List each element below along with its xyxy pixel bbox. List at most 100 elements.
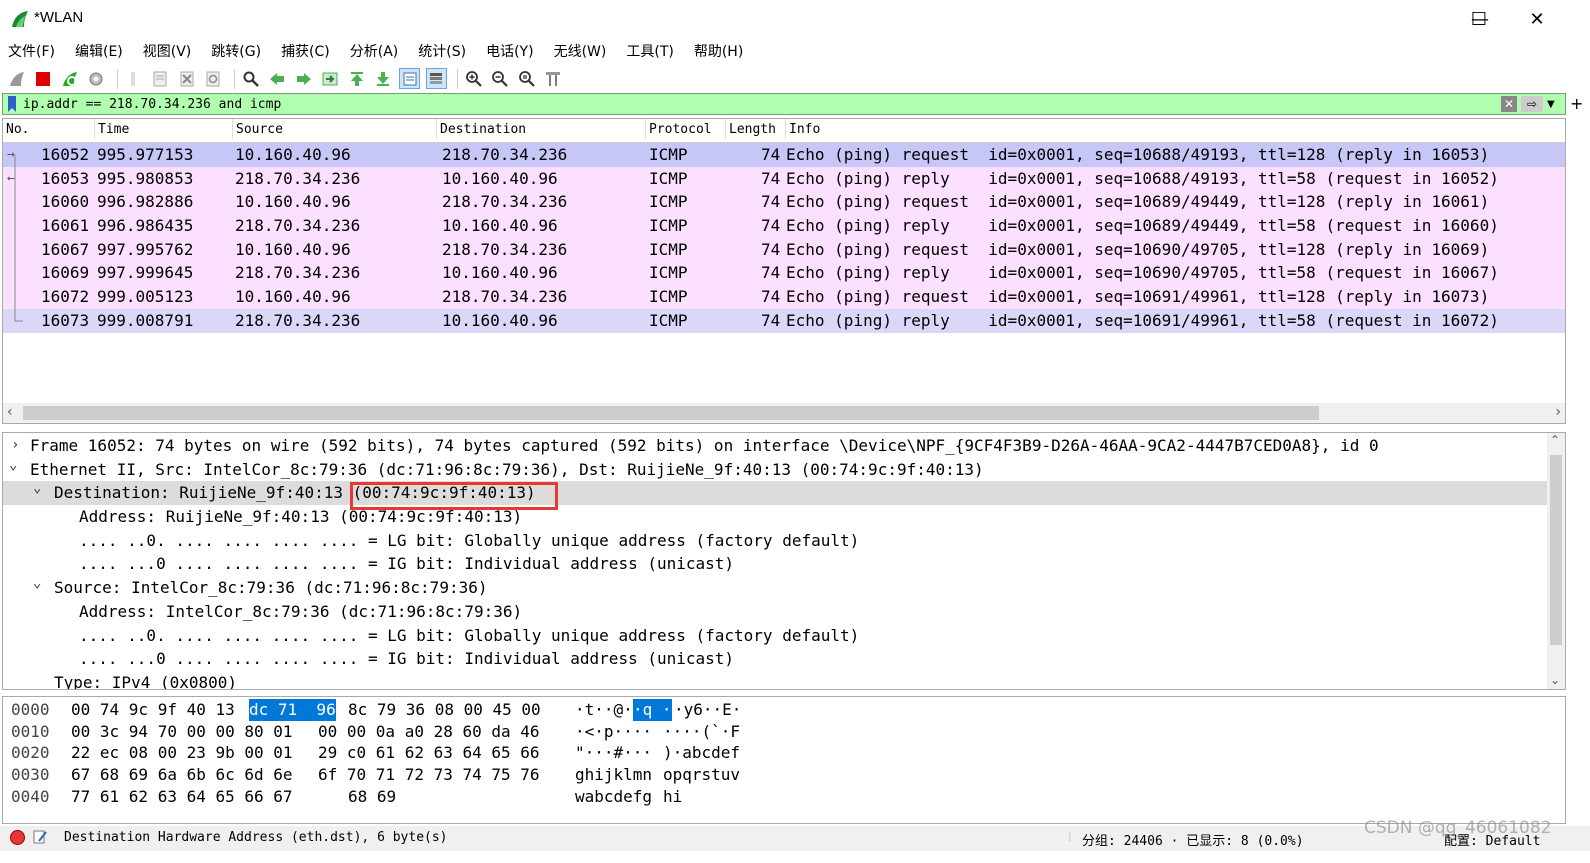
packet-row[interactable]: 16060 996.982886 10.160.40.96 218.70.34.… [3, 190, 1565, 215]
details-vertical-scrollbar[interactable]: ⌃ ⌄ [1547, 433, 1565, 689]
zoom-in-icon[interactable] [463, 68, 484, 89]
tree-item-address[interactable]: Address: IntelCor_8c:79:36 (dc:71:96:8c:… [3, 600, 1565, 624]
go-to-packet-icon[interactable] [320, 68, 341, 89]
packet-row[interactable]: 16069 997.999645 218.70.34.236 10.160.40… [3, 261, 1565, 286]
menu-go[interactable]: 跳转(G) [211, 41, 261, 61]
ascii-bytes[interactable]: ·<·p···· [575, 721, 652, 743]
close-file-icon[interactable] [176, 68, 197, 89]
packet-list-horizontal-scrollbar[interactable]: ‹ › [3, 403, 1565, 423]
ascii-bytes-selected[interactable]: ·q · [633, 699, 672, 721]
apply-filter-icon[interactable]: ⇨ [1521, 96, 1543, 112]
menu-telephony[interactable]: 电话(Y) [486, 41, 533, 61]
scroll-left-icon[interactable]: ‹ [7, 404, 13, 420]
collapse-caret-icon[interactable]: ⌄ [9, 454, 17, 478]
menu-view[interactable]: 视图(V) [143, 41, 192, 61]
find-packet-icon[interactable] [240, 68, 261, 89]
packet-row[interactable]: 16067 997.995762 10.160.40.96 218.70.34.… [3, 237, 1565, 262]
filter-history-dropdown-icon[interactable]: ▼ [1547, 99, 1561, 110]
bookmark-icon[interactable] [5, 95, 19, 113]
hex-bytes[interactable]: 68 69 [348, 786, 396, 808]
column-header-time[interactable]: Time [94, 119, 129, 139]
column-header-destination[interactable]: Destination [436, 119, 526, 139]
maximize-button[interactable]: ☐ [1451, 0, 1507, 38]
packet-row[interactable]: 16072 999.005123 10.160.40.96 218.70.34.… [3, 285, 1565, 309]
edit-comment-icon[interactable] [32, 829, 48, 845]
column-header-no[interactable]: No. [3, 119, 29, 139]
tree-item-frame[interactable]: › Frame 16052: 74 bytes on wire (592 bit… [3, 434, 1565, 458]
hex-bytes[interactable]: 00 00 0a a0 28 60 da 46 [318, 721, 540, 743]
open-file-icon[interactable] [123, 68, 144, 89]
last-packet-icon[interactable] [373, 68, 394, 89]
tree-item-lg-bit[interactable]: .... ..0. .... .... .... .... = LG bit: … [3, 624, 1565, 648]
ascii-bytes[interactable]: ·y6··E· [674, 699, 741, 721]
hex-bytes[interactable]: 00 74 9c 9f 40 13 [71, 699, 235, 721]
colorize-icon[interactable] [425, 68, 447, 89]
tree-item-address[interactable]: Address: RuijieNe_9f:40:13 (00:74:9c:9f:… [3, 505, 1565, 529]
packet-row[interactable]: 16073 999.008791 218.70.34.236 10.160.40… [3, 308, 1565, 333]
column-header-length[interactable]: Length [725, 119, 776, 139]
scroll-up-icon[interactable]: ⌃ [1550, 433, 1560, 447]
scroll-down-icon[interactable]: ⌄ [1550, 673, 1560, 687]
zoom-out-icon[interactable] [490, 68, 511, 89]
add-filter-button[interactable]: + [1570, 94, 1583, 113]
menu-edit[interactable]: 编辑(E) [75, 41, 123, 61]
auto-scroll-icon[interactable] [399, 68, 420, 89]
packet-row[interactable]: → 16052 995.977153 10.160.40.96 218.70.3… [3, 143, 1565, 167]
menu-analyze[interactable]: 分析(A) [350, 41, 399, 61]
ascii-bytes[interactable]: "···#··· [575, 742, 652, 764]
scrollbar-thumb[interactable] [1550, 455, 1562, 645]
ascii-bytes[interactable]: ····(`·F [663, 721, 740, 743]
column-header-source[interactable]: Source [232, 119, 283, 139]
zoom-normal-icon[interactable] [516, 68, 537, 89]
hex-bytes[interactable]: 77 61 62 63 64 65 66 67 [71, 786, 293, 808]
stop-capture-icon[interactable] [33, 68, 54, 89]
capture-options-icon[interactable] [86, 68, 107, 89]
collapse-caret-icon[interactable]: ⌄ [33, 572, 41, 596]
menu-statistics[interactable]: 统计(S) [418, 41, 466, 61]
save-file-icon[interactable] [150, 68, 171, 89]
packet-row[interactable]: 16061 996.986435 218.70.34.236 10.160.40… [3, 214, 1565, 238]
reload-file-icon[interactable] [203, 68, 224, 89]
collapse-caret-icon[interactable]: ⌄ [33, 477, 41, 501]
tree-item-source[interactable]: ⌄ Source: IntelCor_8c:79:36 (dc:71:96:8c… [3, 575, 1565, 600]
tree-item-type[interactable]: Type: IPv4 (0x0800) [3, 671, 1565, 689]
ascii-bytes[interactable]: ghijklmn [575, 764, 652, 786]
capture-status-icon[interactable] [10, 830, 25, 845]
tree-item-destination[interactable]: ⌄ Destination: RuijieNe_9f:40:13 (00:74:… [3, 480, 1565, 506]
tree-item-ig-bit[interactable]: .... ...0 .... .... .... .... = IG bit: … [3, 552, 1565, 576]
ascii-bytes[interactable]: )·abcdef [663, 742, 740, 764]
first-packet-icon[interactable] [346, 68, 367, 89]
restart-capture-icon[interactable] [59, 68, 80, 89]
column-header-protocol[interactable]: Protocol [645, 119, 712, 139]
ascii-bytes[interactable]: wabcdefg [575, 786, 652, 808]
tree-item-ig-bit[interactable]: .... ...0 .... .... .... .... = IG bit: … [3, 647, 1565, 671]
hex-bytes[interactable]: 6f 70 71 72 73 74 75 76 [318, 764, 540, 786]
menu-wireless[interactable]: 无线(W) [554, 41, 607, 61]
resize-columns-icon[interactable] [543, 68, 564, 89]
hex-bytes[interactable]: 8c 79 36 08 00 45 00 [348, 699, 541, 721]
hex-bytes-selected[interactable]: dc 71 96 [249, 699, 336, 721]
go-forward-icon[interactable] [293, 68, 314, 89]
scroll-right-icon[interactable]: › [1555, 404, 1561, 420]
hex-bytes[interactable]: 67 68 69 6a 6b 6c 6d 6e [71, 764, 293, 786]
go-back-icon[interactable] [267, 68, 288, 89]
display-filter-input[interactable] [23, 95, 1501, 113]
close-button[interactable]: ✕ [1509, 0, 1565, 38]
column-header-info[interactable]: Info [785, 119, 820, 139]
hex-bytes[interactable]: 22 ec 08 00 23 9b 00 01 [71, 742, 293, 764]
menu-file[interactable]: 文件(F) [8, 41, 55, 61]
tree-item-ethernet[interactable]: ⌄ Ethernet II, Src: IntelCor_8c:79:36 (d… [3, 457, 1565, 482]
hex-bytes[interactable]: 00 3c 94 70 00 00 80 01 [71, 721, 293, 743]
scrollbar-thumb[interactable] [23, 406, 1319, 420]
menu-tools[interactable]: 工具(T) [626, 41, 673, 61]
tree-item-lg-bit[interactable]: .... ..0. .... .... .... .... = LG bit: … [3, 529, 1565, 553]
ascii-bytes[interactable]: ·t··@· [575, 699, 633, 721]
clear-filter-icon[interactable]: ✕ [1501, 96, 1517, 112]
start-capture-icon[interactable] [6, 68, 27, 89]
menu-help[interactable]: 帮助(H) [694, 41, 743, 61]
hex-bytes[interactable]: 29 c0 61 62 63 64 65 66 [318, 742, 540, 764]
ascii-bytes[interactable]: opqrstuv [663, 764, 740, 786]
packet-row[interactable]: ← 16053 995.980853 218.70.34.236 10.160.… [3, 166, 1565, 191]
ascii-bytes[interactable]: hi [663, 786, 682, 808]
menu-capture[interactable]: 捕获(C) [281, 41, 330, 61]
